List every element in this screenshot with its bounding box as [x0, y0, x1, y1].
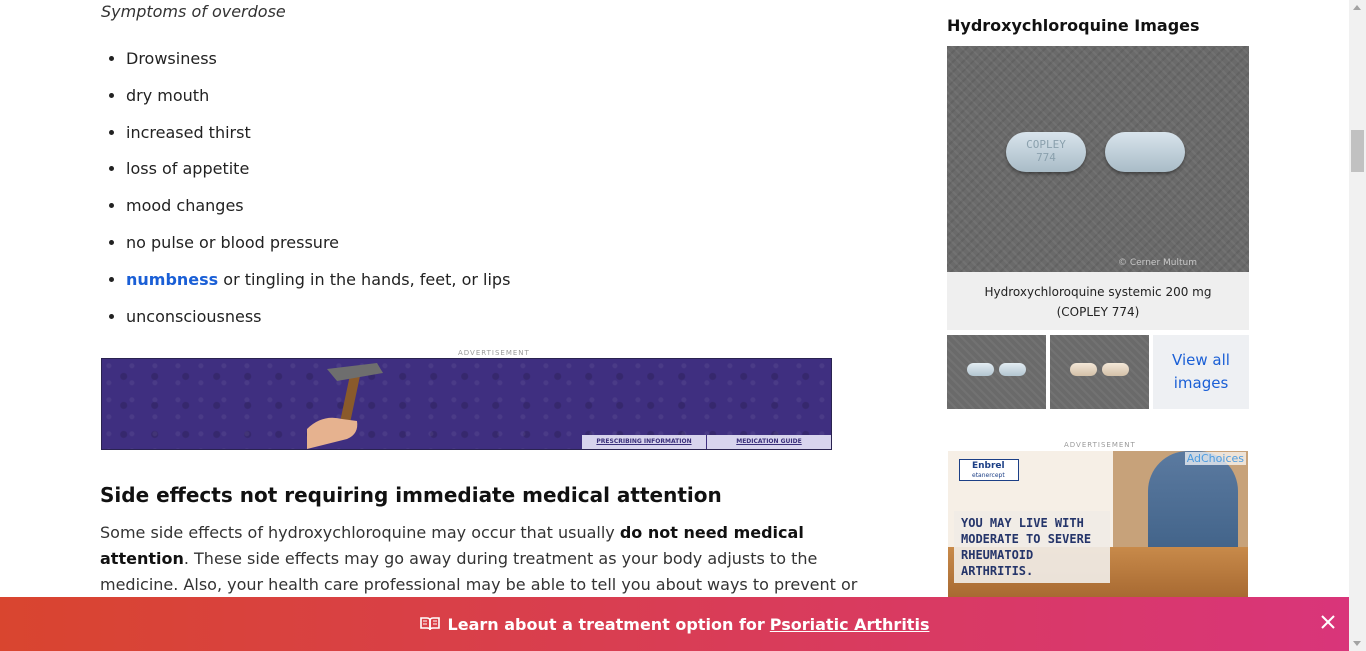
- overdose-subtitle: Symptoms of overdose: [101, 2, 286, 21]
- list-item: unconsciousness: [126, 304, 510, 341]
- medication-guide-link[interactable]: MEDICATION GUIDE: [706, 435, 831, 449]
- advertisement-label: ADVERTISEMENT: [1064, 441, 1136, 449]
- scroll-up-arrow-icon[interactable]: [1353, 5, 1361, 10]
- list-item: no pulse or blood pressure: [126, 230, 510, 267]
- pill-thumbnail[interactable]: [947, 335, 1046, 409]
- page-scrollbar[interactable]: [1349, 0, 1366, 651]
- close-icon[interactable]: [1319, 613, 1337, 631]
- pill-thumbnail[interactable]: [1050, 335, 1149, 409]
- psoriatic-arthritis-link[interactable]: Psoriatic Arthritis: [770, 615, 930, 634]
- list-item: Drowsiness: [126, 46, 510, 83]
- overdose-symptom-list: Drowsiness dry mouth increased thirst lo…: [100, 46, 510, 340]
- side-effects-heading: Side effects not requiring immediate med…: [100, 483, 722, 507]
- image-watermark: © Cerner Multum: [1118, 258, 1197, 268]
- pill-back: [1105, 132, 1185, 172]
- hammer-hand-image: [307, 363, 383, 449]
- list-item: increased thirst: [126, 120, 510, 157]
- open-book-icon: [419, 617, 440, 631]
- list-item: mood changes: [126, 193, 510, 230]
- adchoices-icon[interactable]: AdChoices: [1184, 452, 1246, 465]
- ad-message: YOU MAY LIVE WITH MODERATE TO SEVERE RHE…: [954, 511, 1110, 583]
- list-item: numbness or tingling in the hands, feet,…: [126, 267, 510, 304]
- list-item: loss of appetite: [126, 156, 510, 193]
- view-all-images-link[interactable]: View all images: [1153, 335, 1249, 409]
- scrollbar-thumb[interactable]: [1351, 130, 1364, 172]
- promo-text: Learn about a treatment option for: [447, 614, 765, 634]
- banner-advertisement[interactable]: PRESCRIBING INFORMATION MEDICATION GUIDE: [101, 358, 832, 450]
- scroll-down-arrow-icon[interactable]: [1353, 641, 1361, 646]
- banner-links: PRESCRIBING INFORMATION MEDICATION GUIDE: [581, 435, 831, 449]
- pill-front: COPLEY 774: [1006, 132, 1086, 172]
- list-item: dry mouth: [126, 83, 510, 120]
- sidebar-advertisement[interactable]: Enbrel etanercept AdChoices YOU MAY LIVE…: [948, 451, 1248, 597]
- enbrel-logo: Enbrel etanercept: [959, 459, 1019, 481]
- sticky-promo-bar[interactable]: Learn about a treatment option for Psori…: [0, 597, 1349, 651]
- numbness-link[interactable]: numbness: [126, 270, 218, 289]
- pill-image[interactable]: COPLEY 774 © Cerner Multum: [947, 46, 1249, 272]
- prescribing-information-link[interactable]: PRESCRIBING INFORMATION: [581, 435, 706, 449]
- advertisement-label: ADVERTISEMENT: [458, 349, 530, 357]
- images-section-title: Hydroxychloroquine Images: [947, 16, 1200, 35]
- pill-image-caption[interactable]: Hydroxychloroquine systemic 200 mg (COPL…: [947, 272, 1249, 330]
